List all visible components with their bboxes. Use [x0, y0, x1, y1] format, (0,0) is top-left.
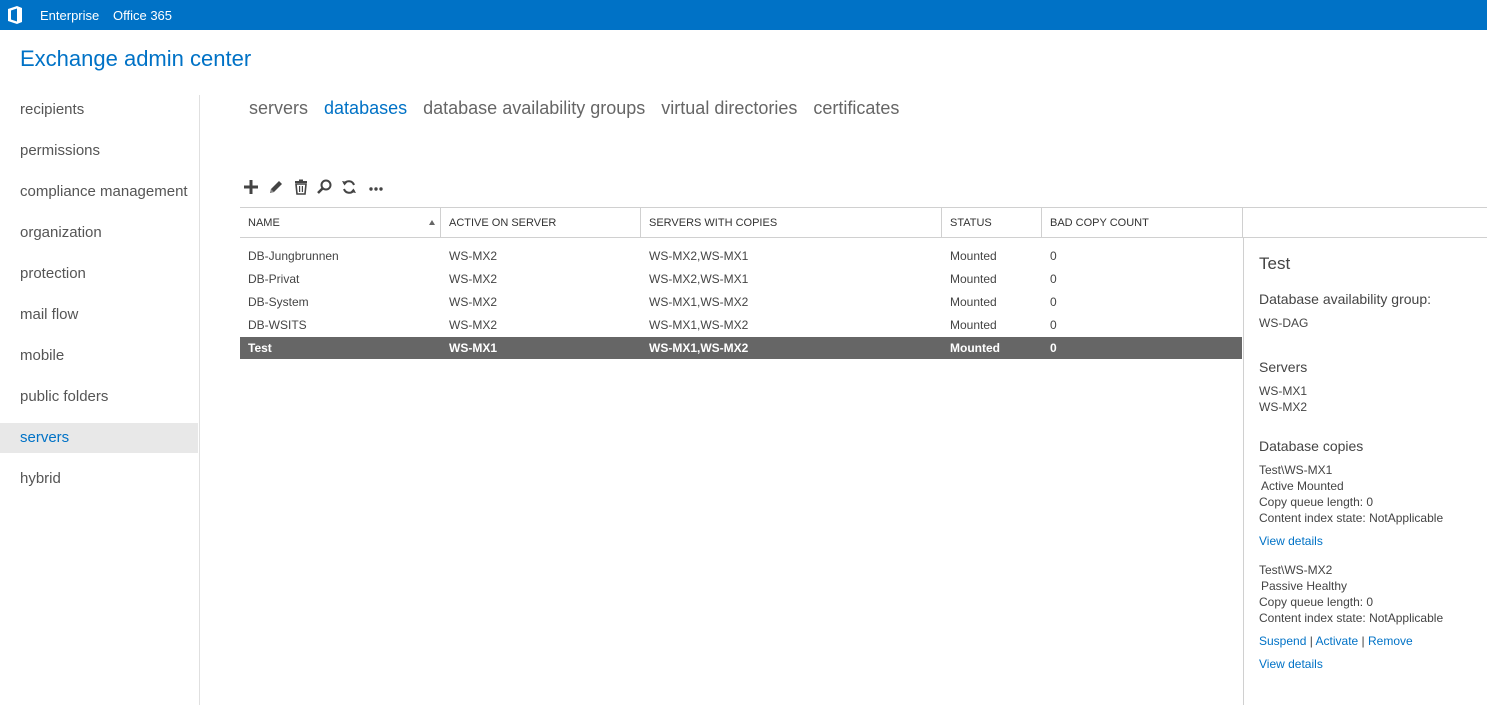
- nav-item-public-folders[interactable]: public folders: [0, 382, 198, 412]
- nav-item-mobile[interactable]: mobile: [0, 341, 198, 371]
- column-header-name[interactable]: NAME: [240, 208, 441, 237]
- cell-active-on-server: WS-MX2: [449, 249, 497, 263]
- copy1-queue-length: Copy queue length: 0: [1259, 495, 1374, 509]
- activate-link[interactable]: Activate: [1316, 634, 1359, 648]
- column-header-servers-with-copies[interactable]: SERVERS WITH COPIES: [641, 208, 942, 237]
- cell-bad-copy-count: 0: [1050, 341, 1057, 355]
- copy2-state: Passive Healthy: [1261, 579, 1348, 593]
- server-item: WS-MX2: [1259, 400, 1307, 414]
- cell-bad-copy-count: 0: [1050, 295, 1057, 309]
- nav-divider: [199, 95, 200, 705]
- office-logo-icon[interactable]: [7, 6, 23, 24]
- details-divider: [1243, 238, 1244, 705]
- database-copies-label: Database copies: [1259, 438, 1364, 454]
- edit-icon[interactable]: [266, 177, 286, 197]
- add-icon[interactable]: [241, 177, 261, 197]
- grid-header: NAME ACTIVE ON SERVER SERVERS WITH COPIE…: [240, 207, 1487, 238]
- copy2-view-details-link[interactable]: View details: [1259, 657, 1323, 671]
- cell-bad-copy-count: 0: [1050, 272, 1057, 286]
- cell-status: Mounted: [950, 295, 997, 309]
- dag-value: WS-DAG: [1259, 316, 1309, 330]
- table-row[interactable]: DB-WSITS WS-MX2 WS-MX1,WS-MX2 Mounted 0: [240, 314, 1242, 336]
- table-row[interactable]: DB-System WS-MX2 WS-MX1,WS-MX2 Mounted 0: [240, 291, 1242, 313]
- sort-ascending-icon: [429, 220, 435, 225]
- column-header-bad-copy-count[interactable]: BAD COPY COUNT: [1042, 208, 1243, 237]
- table-row[interactable]: DB-Jungbrunnen WS-MX2 WS-MX2,WS-MX1 Moun…: [240, 245, 1242, 267]
- cell-servers-with-copies: WS-MX2,WS-MX1: [649, 272, 749, 286]
- cell-active-on-server: WS-MX2: [449, 295, 497, 309]
- copy1-name: Test\WS-MX1: [1259, 463, 1333, 477]
- server-item: WS-MX1: [1259, 384, 1307, 398]
- office365-link[interactable]: Office 365: [113, 8, 172, 23]
- tab-virtual-directories[interactable]: virtual directories: [661, 98, 797, 119]
- cell-servers-with-copies: WS-MX1,WS-MX2: [649, 341, 749, 355]
- column-header-name-label: NAME: [248, 217, 280, 229]
- cell-status: Mounted: [950, 341, 1000, 355]
- dag-label: Database availability group:: [1259, 291, 1431, 307]
- details-title: Test: [1259, 254, 1291, 273]
- search-icon[interactable]: [315, 177, 335, 197]
- nav-item-permissions[interactable]: permissions: [0, 136, 198, 166]
- action-separator: |: [1309, 634, 1313, 648]
- cell-bad-copy-count: 0: [1050, 249, 1057, 263]
- top-bar: Enterprise Office 365: [0, 0, 1487, 30]
- table-row-selected[interactable]: Test WS-MX1 WS-MX1,WS-MX2 Mounted 0: [240, 337, 1242, 359]
- tab-servers[interactable]: servers: [249, 98, 308, 119]
- copy2-actions: Suspend | Activate | Remove: [1259, 634, 1413, 648]
- copy1-view-details-link[interactable]: View details: [1259, 534, 1323, 548]
- cell-name: DB-System: [248, 295, 309, 309]
- cell-name: DB-Jungbrunnen: [248, 249, 339, 263]
- cell-servers-with-copies: WS-MX2,WS-MX1: [649, 249, 749, 263]
- action-separator: |: [1361, 634, 1365, 648]
- nav-item-mail-flow[interactable]: mail flow: [0, 300, 198, 330]
- app-title: Exchange admin center: [20, 46, 252, 71]
- more-icon[interactable]: [366, 177, 386, 197]
- nav-item-recipients[interactable]: recipients: [0, 95, 198, 125]
- tab-database-availability-groups[interactable]: database availability groups: [423, 98, 645, 119]
- suspend-link[interactable]: Suspend: [1259, 634, 1306, 648]
- cell-bad-copy-count: 0: [1050, 318, 1057, 332]
- servers-label: Servers: [1259, 359, 1308, 375]
- cell-status: Mounted: [950, 249, 997, 263]
- cell-name: DB-Privat: [248, 272, 300, 286]
- column-header-active-on-server[interactable]: ACTIVE ON SERVER: [441, 208, 641, 237]
- cell-active-on-server: WS-MX2: [449, 318, 497, 332]
- copy2-name: Test\WS-MX2: [1259, 563, 1333, 577]
- cell-active-on-server: WS-MX2: [449, 272, 497, 286]
- cell-status: Mounted: [950, 318, 997, 332]
- delete-icon[interactable]: [291, 177, 311, 197]
- tab-databases[interactable]: databases: [324, 98, 407, 119]
- cell-name: DB-WSITS: [248, 318, 307, 332]
- nav-item-organization[interactable]: organization: [0, 218, 198, 248]
- cell-servers-with-copies: WS-MX1,WS-MX2: [649, 295, 749, 309]
- table-row[interactable]: DB-Privat WS-MX2 WS-MX2,WS-MX1 Mounted 0: [240, 268, 1242, 290]
- nav-item-compliance-management[interactable]: compliance management: [0, 177, 198, 207]
- copy1-index-state: Content index state: NotApplicable: [1259, 511, 1444, 525]
- cell-servers-with-copies: WS-MX1,WS-MX2: [649, 318, 749, 332]
- copy1-state: Active Mounted: [1261, 479, 1344, 493]
- column-header-status[interactable]: STATUS: [942, 208, 1042, 237]
- tab-bar: servers databases database availability …: [249, 98, 910, 119]
- enterprise-link[interactable]: Enterprise: [40, 8, 99, 23]
- copy2-index-state: Content index state: NotApplicable: [1259, 611, 1444, 625]
- cell-name: Test: [248, 341, 272, 355]
- copy2-queue-length: Copy queue length: 0: [1259, 595, 1374, 609]
- nav-item-protection[interactable]: protection: [0, 259, 198, 289]
- nav-item-servers[interactable]: servers: [0, 423, 198, 453]
- nav-item-hybrid[interactable]: hybrid: [0, 464, 198, 494]
- cell-status: Mounted: [950, 272, 997, 286]
- refresh-icon[interactable]: [339, 177, 359, 197]
- tab-certificates[interactable]: certificates: [813, 98, 899, 119]
- remove-link[interactable]: Remove: [1368, 634, 1413, 648]
- cell-active-on-server: WS-MX1: [449, 341, 497, 355]
